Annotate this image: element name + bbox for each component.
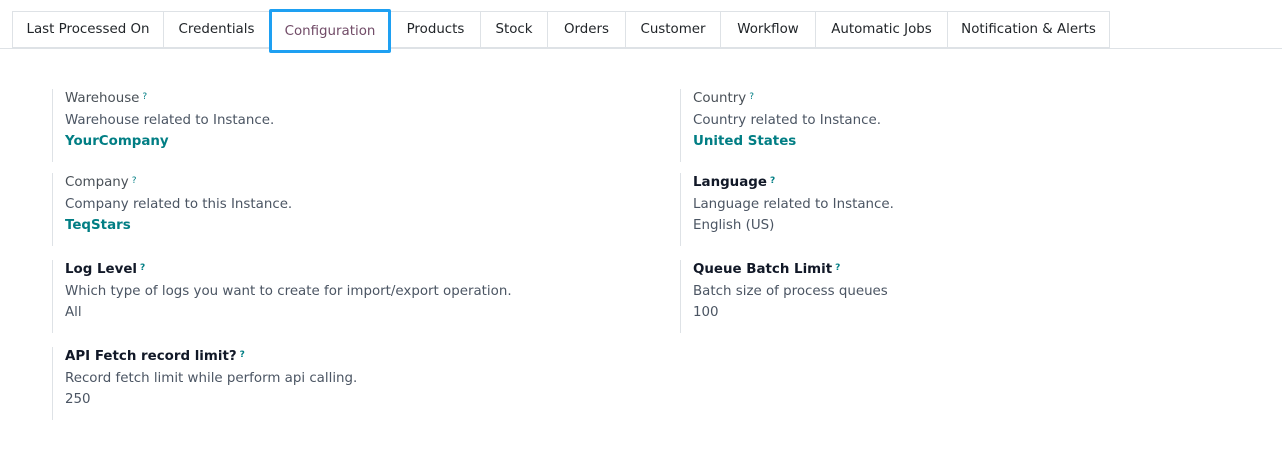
- help-icon[interactable]: ?: [240, 350, 245, 360]
- notebook-tabs: Last Processed On Credentials Configurat…: [12, 9, 1110, 53]
- queue-batch-limit-input[interactable]: 100: [693, 303, 1240, 325]
- help-icon[interactable]: ?: [142, 92, 147, 102]
- field-label: Country?: [693, 91, 754, 106]
- field-log-level: Log Level? Which type of logs you want t…: [52, 260, 612, 333]
- tab-credentials[interactable]: Credentials: [163, 11, 269, 48]
- help-icon[interactable]: ?: [749, 92, 754, 102]
- field-description: Batch size of process queues: [693, 284, 888, 299]
- field-label: Queue Batch Limit?: [693, 262, 841, 277]
- field-description: Company related to this Instance.: [65, 197, 293, 212]
- company-value-link[interactable]: TeqStars: [65, 216, 612, 238]
- field-label: Language?: [693, 175, 776, 190]
- field-country: Country? Country related to Instance. Un…: [680, 89, 1240, 162]
- tab-orders[interactable]: Orders: [547, 11, 625, 48]
- help-icon[interactable]: ?: [835, 263, 840, 273]
- country-value-link[interactable]: United States: [693, 132, 1240, 154]
- tab-stock[interactable]: Stock: [480, 11, 547, 48]
- field-description: Record fetch limit while perform api cal…: [65, 371, 358, 386]
- tab-notification-alerts[interactable]: Notification & Alerts: [947, 11, 1110, 48]
- tab-divider: [0, 48, 1282, 49]
- help-icon[interactable]: ?: [140, 263, 145, 273]
- field-label: Warehouse?: [65, 91, 148, 106]
- field-label: API Fetch record limit??: [65, 349, 245, 364]
- warehouse-value-link[interactable]: YourCompany: [65, 132, 612, 154]
- field-queue-batch-limit: Queue Batch Limit? Batch size of process…: [680, 260, 1240, 333]
- language-select[interactable]: English (US): [693, 216, 1240, 238]
- tab-automatic-jobs[interactable]: Automatic Jobs: [815, 11, 947, 48]
- tab-configuration[interactable]: Configuration: [269, 9, 391, 53]
- field-description: Warehouse related to Instance.: [65, 113, 275, 128]
- api-fetch-limit-input[interactable]: 250: [65, 390, 612, 412]
- field-warehouse: Warehouse? Warehouse related to Instance…: [52, 89, 612, 162]
- tab-products[interactable]: Products: [391, 11, 480, 48]
- field-description: Which type of logs you want to create fo…: [65, 284, 512, 299]
- field-label: Company?: [65, 175, 137, 190]
- tab-customer[interactable]: Customer: [625, 11, 720, 48]
- field-description: Language related to Instance.: [693, 197, 894, 212]
- tab-workflow[interactable]: Workflow: [720, 11, 815, 48]
- log-level-select[interactable]: All: [65, 303, 612, 325]
- field-language: Language? Language related to Instance. …: [680, 173, 1240, 246]
- field-api-fetch-limit: API Fetch record limit?? Record fetch li…: [52, 347, 612, 420]
- field-label: Log Level?: [65, 262, 146, 277]
- help-icon[interactable]: ?: [132, 176, 137, 186]
- help-icon[interactable]: ?: [770, 176, 775, 186]
- field-company: Company? Company related to this Instanc…: [52, 173, 612, 246]
- tab-last-processed-on[interactable]: Last Processed On: [12, 11, 163, 48]
- field-description: Country related to Instance.: [693, 113, 881, 128]
